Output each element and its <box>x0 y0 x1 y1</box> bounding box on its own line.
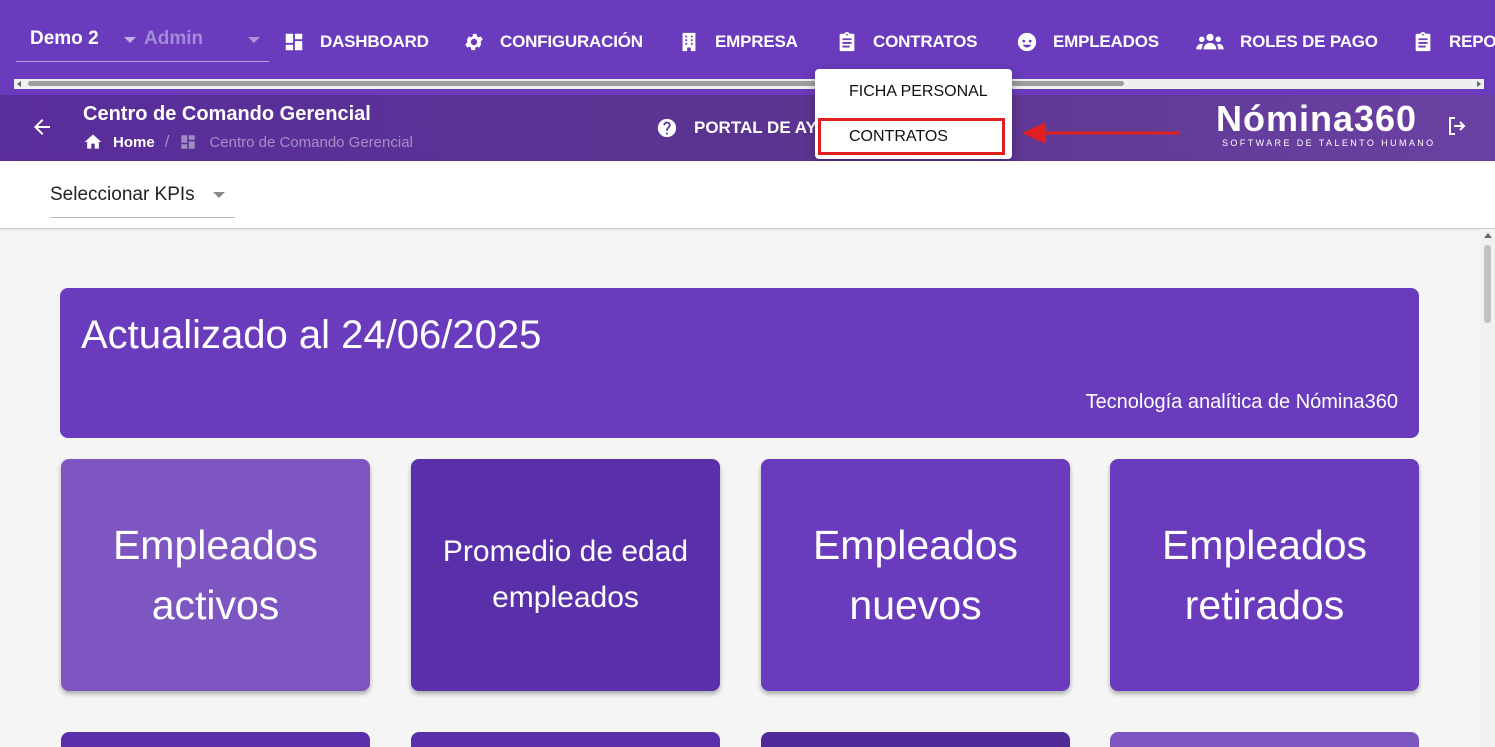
nav-empleados-label: EMPLEADOS <box>1053 32 1159 51</box>
nav-contratos-label: CONTRATOS <box>873 32 978 51</box>
kpi-card-label: Empleados retirados <box>1161 522 1368 628</box>
kpi-card-empleados-retirados[interactable]: Empleados retirados <box>1110 459 1419 691</box>
nav-roles-de-pago[interactable]: ROLES DE PAGO <box>1194 28 1378 56</box>
nav-configuracion-label: CONFIGURACIÓN <box>500 32 643 51</box>
brand-logo: Nómina360 SOFTWARE DE TALENTO HUMANO <box>1216 98 1444 158</box>
kpi-select-value: Seleccionar KPIs <box>50 184 195 205</box>
gear-icon <box>462 30 486 54</box>
company-select-value: Demo 2 <box>30 28 99 49</box>
menu-item-ficha-personal[interactable]: FICHA PERSONAL <box>849 83 988 101</box>
nav-reportes[interactable]: REPO <box>1411 28 1495 56</box>
top-nav-bar: Demo 2 Admin DASHBOARD CONFIGURACIÓN EMP… <box>0 0 1495 95</box>
breadcrumb-separator: / <box>164 132 170 151</box>
nav-horizontal-scrollbar[interactable] <box>14 79 1484 89</box>
kpi-card-label: Empleados nuevos <box>812 522 1019 628</box>
brand-tagline: SOFTWARE DE TALENTO HUMANO <box>1222 138 1436 148</box>
role-select-value: Admin <box>144 28 204 49</box>
kpi-card[interactable] <box>1110 732 1419 747</box>
company-select[interactable]: Demo 2 <box>16 22 144 62</box>
scroll-left-icon[interactable] <box>17 81 21 87</box>
nav-empresa[interactable]: EMPRESA <box>677 28 798 56</box>
kpi-card[interactable] <box>761 732 1070 747</box>
building-icon <box>677 30 701 54</box>
nav-dashboard[interactable]: DASHBOARD <box>282 28 429 56</box>
kpi-card-label: Empleados activos <box>112 522 319 628</box>
chevron-down-icon <box>124 37 136 43</box>
kpi-card-empleados-activos[interactable]: Empleados activos <box>61 459 370 691</box>
nav-roles-de-pago-label: ROLES DE PAGO <box>1240 32 1378 51</box>
annotation-arrow-icon <box>1022 122 1180 144</box>
chevron-down-icon <box>213 192 225 198</box>
help-portal-label: PORTAL DE AYU <box>694 118 830 137</box>
kpi-toolbar: Seleccionar KPIs <box>0 161 1495 229</box>
page-title: Centro de Comando Gerencial <box>83 103 371 125</box>
clipboard-icon <box>835 30 859 54</box>
home-icon[interactable] <box>83 132 103 152</box>
highlight-box <box>818 118 1005 155</box>
nav-empleados[interactable]: EMPLEADOS <box>1015 28 1159 56</box>
nav-reportes-label: REPO <box>1449 32 1495 51</box>
banner-headline: Actualizado al 24/06/2025 <box>81 313 542 357</box>
kpi-card[interactable] <box>61 732 370 747</box>
dashboard-icon <box>282 30 306 54</box>
face-icon <box>1015 30 1039 54</box>
dashboard-icon <box>179 133 197 151</box>
nav-empresa-label: EMPRESA <box>715 32 798 51</box>
help-circle-icon <box>656 117 678 139</box>
breadcrumb-current: Centro de Comando Gerencial <box>209 133 413 151</box>
group-icon <box>1194 30 1226 54</box>
help-portal-link[interactable]: PORTAL DE AYU <box>656 117 829 139</box>
scrollbar-thumb[interactable] <box>1484 245 1491 323</box>
kpi-card-empleados-nuevos[interactable]: Empleados nuevos <box>761 459 1070 691</box>
page-header: Centro de Comando Gerencial Home / Centr… <box>0 95 1495 161</box>
nav-configuracion[interactable]: CONFIGURACIÓN <box>462 28 643 56</box>
kpi-card-promedio-edad[interactable]: Promedio de edad empleados <box>411 459 720 691</box>
kpi-select[interactable]: Seleccionar KPIs <box>50 179 235 218</box>
chevron-down-icon <box>248 37 260 43</box>
nav-dashboard-label: DASHBOARD <box>320 32 429 51</box>
update-banner: Actualizado al 24/06/2025 Tecnología ana… <box>60 288 1419 438</box>
back-arrow-icon[interactable] <box>30 115 54 139</box>
breadcrumb-home[interactable]: Home <box>113 134 155 151</box>
banner-subtitle: Tecnología analítica de Nómina360 <box>1085 391 1398 413</box>
kpi-card[interactable] <box>411 732 720 747</box>
clipboard-icon <box>1411 30 1435 54</box>
scroll-right-icon[interactable] <box>1477 81 1481 87</box>
role-select[interactable]: Admin <box>144 22 269 62</box>
vertical-scrollbar[interactable] <box>1480 229 1495 747</box>
brand-name: Nómina360 <box>1216 98 1418 139</box>
kpi-card-label: Promedio de edad empleados <box>442 535 689 614</box>
logout-icon[interactable] <box>1445 114 1469 138</box>
nav-contratos[interactable]: CONTRATOS <box>835 28 977 56</box>
scroll-up-icon[interactable] <box>1484 233 1492 238</box>
breadcrumb: Home / Centro de Comando Gerencial <box>83 132 413 152</box>
